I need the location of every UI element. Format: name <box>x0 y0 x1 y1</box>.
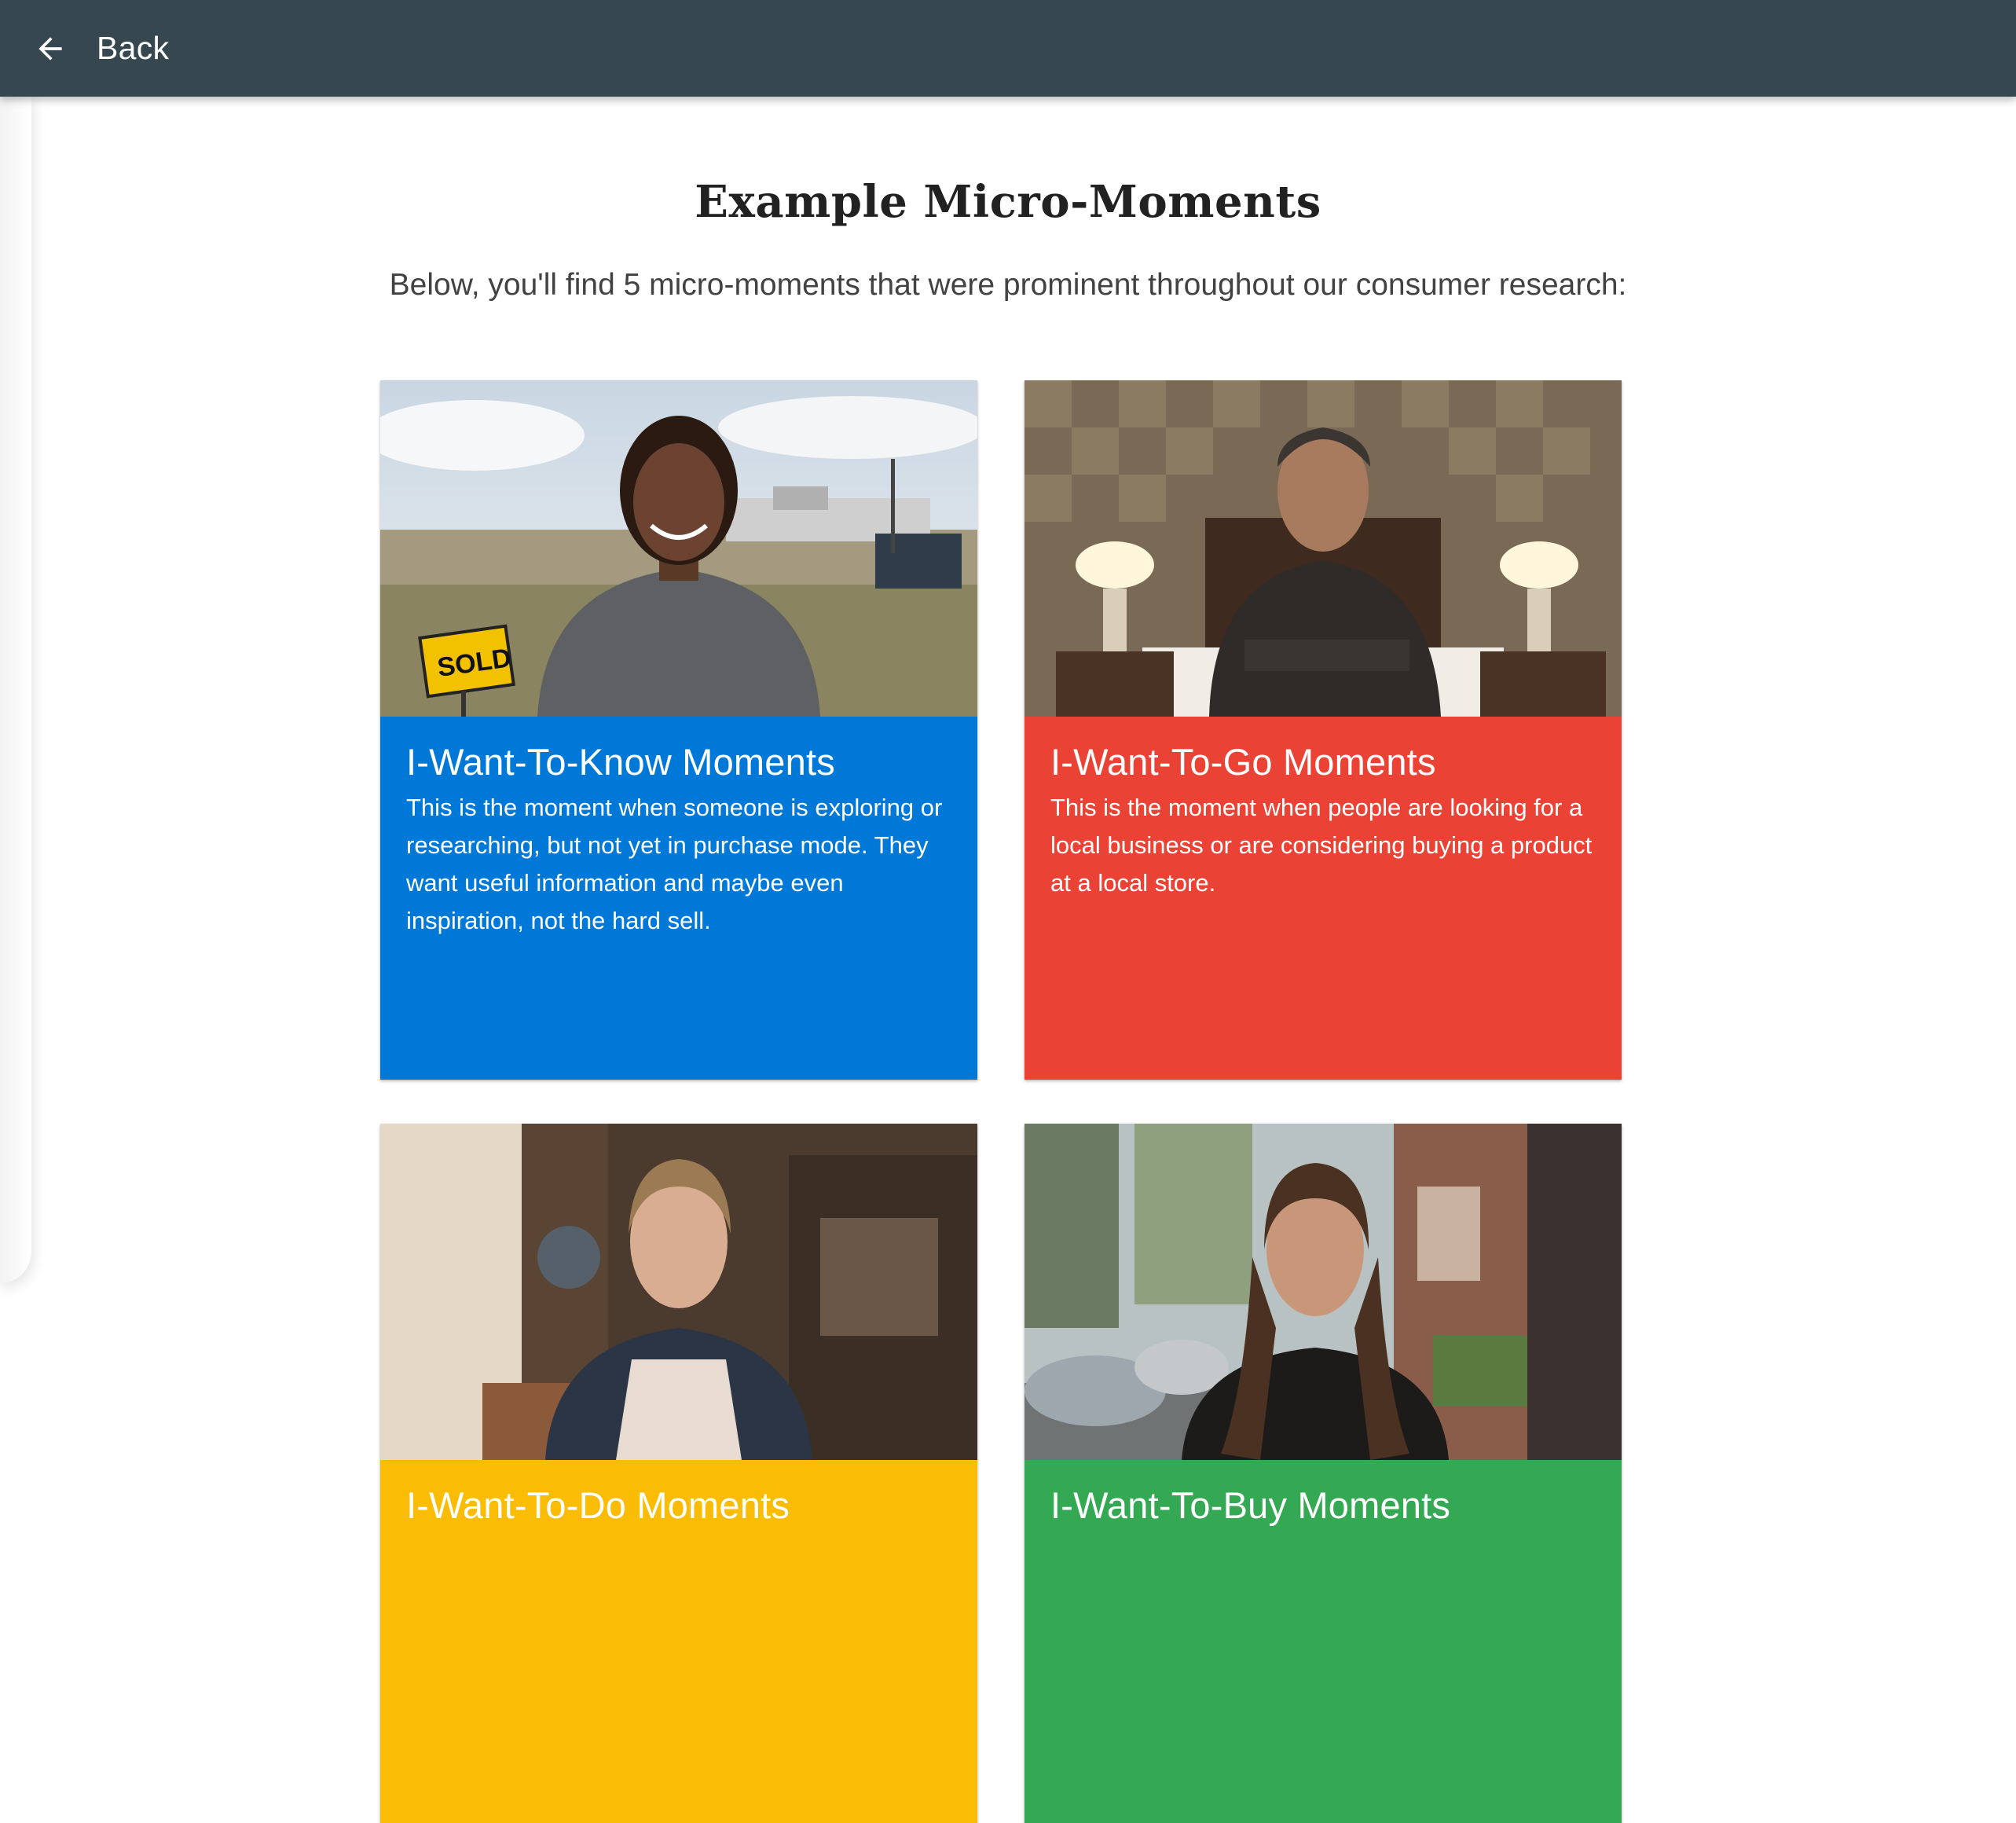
card-photo-woman-sold-sign: SOLD <box>380 380 977 717</box>
card-body: I-Want-To-Buy Moments <box>1024 1460 1622 1823</box>
arrow-left-icon <box>33 31 68 66</box>
card-i-want-to-go[interactable]: I-Want-To-Go Moments This is the moment … <box>1024 380 1622 1080</box>
back-label: Back <box>97 30 170 66</box>
card-title: I-Want-To-Go Moments <box>1050 741 1436 783</box>
card-photo-woman-shop <box>380 1124 977 1460</box>
card-title: I-Want-To-Buy Moments <box>1050 1484 1451 1526</box>
card-i-want-to-do[interactable]: I-Want-To-Do Moments <box>380 1124 977 1823</box>
card-photo-woman-street <box>1024 1124 1622 1460</box>
card-title: I-Want-To-Do Moments <box>406 1484 790 1526</box>
card-title: I-Want-To-Know Moments <box>406 741 835 783</box>
card-description: This is the moment when people are looki… <box>1050 794 1593 897</box>
back-button[interactable]: Back <box>0 0 192 97</box>
card-body: I-Want-To-Know Moments This is the momen… <box>380 717 977 1080</box>
page-subtitle: Below, you'll find 5 micro-moments that … <box>389 268 1627 302</box>
card-i-want-to-buy[interactable]: I-Want-To-Buy Moments <box>1024 1124 1622 1823</box>
card-body: I-Want-To-Go Moments This is the moment … <box>1024 717 1622 1080</box>
top-app-bar: Back <box>0 0 2016 97</box>
card-description: This is the moment when someone is explo… <box>406 794 943 934</box>
card-body: I-Want-To-Do Moments <box>380 1460 977 1823</box>
page-title: Example Micro-Moments <box>695 176 1321 228</box>
card-i-want-to-know[interactable]: SOLD I-Want-To-Know Moments This is the … <box>380 380 977 1080</box>
card-photo-man-hotel-room <box>1024 380 1622 717</box>
